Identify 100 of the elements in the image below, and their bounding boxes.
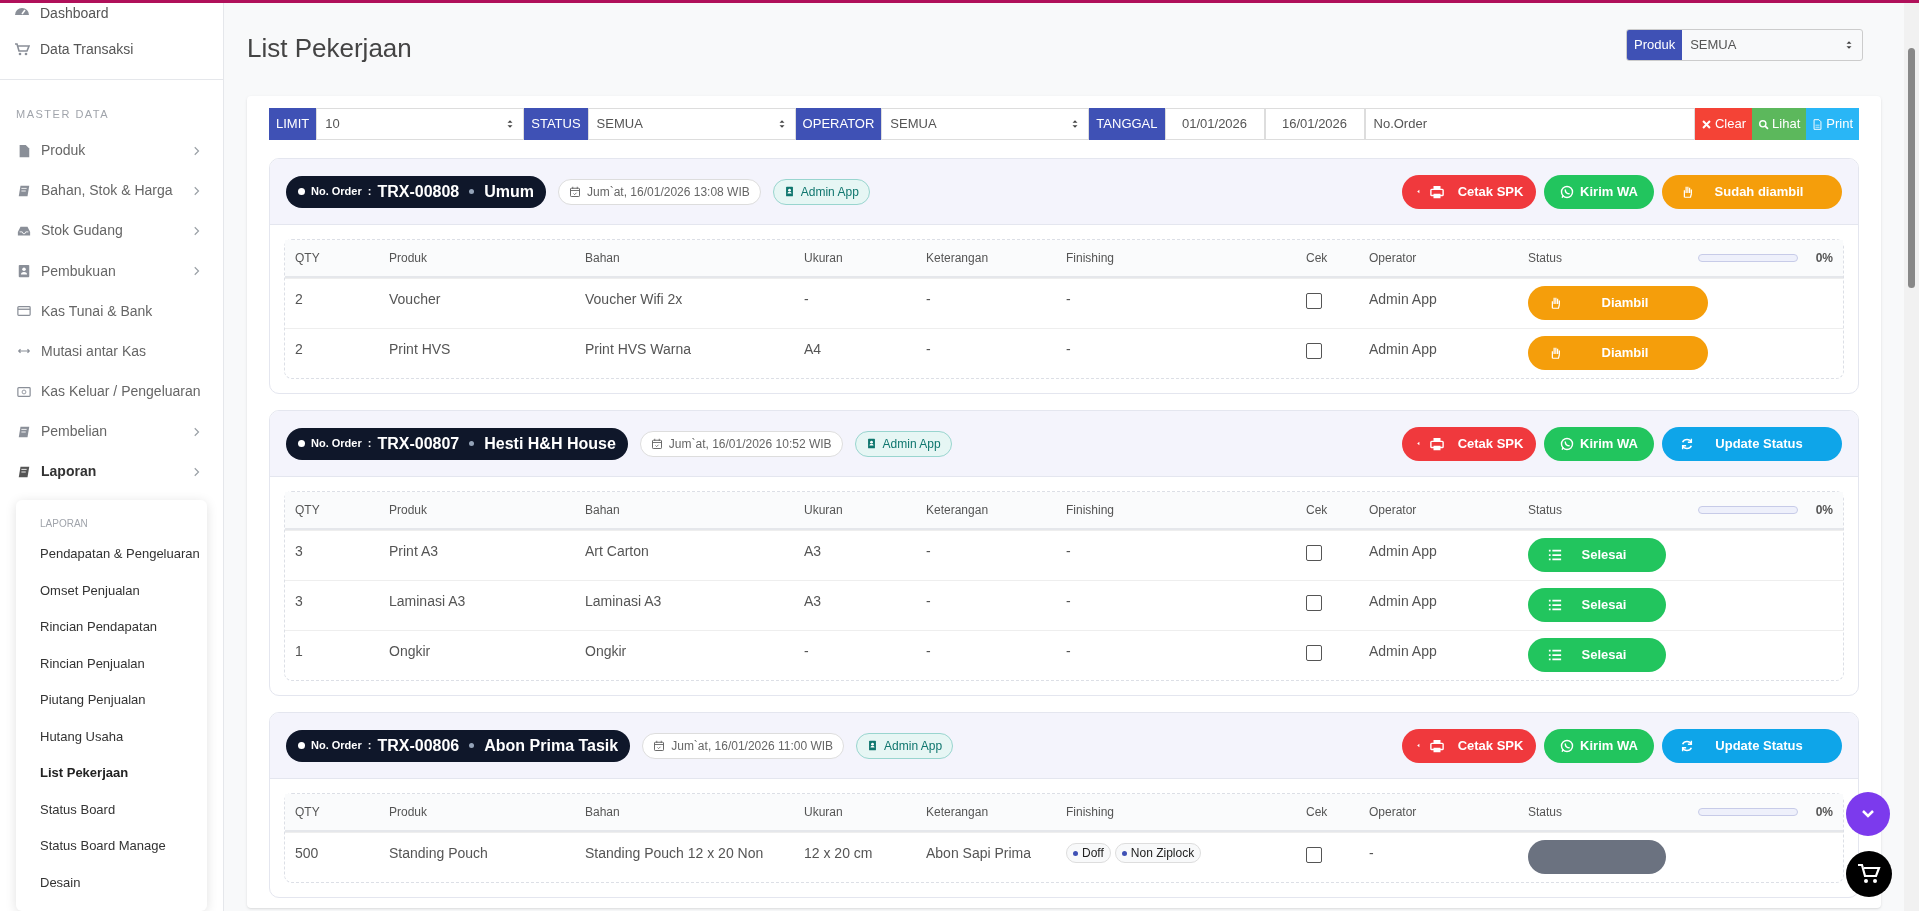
table-cell: 3 — [295, 593, 303, 609]
table-cell: A4 — [804, 341, 822, 357]
table-cell: Admin App — [1369, 341, 1437, 357]
finishing-tag: Doff — [1066, 843, 1111, 863]
table-cell: - — [926, 643, 931, 659]
table-cell: - — [804, 643, 809, 659]
table-cell: Print A3 — [389, 543, 439, 559]
table-cell: Laminasi A3 — [389, 593, 466, 609]
clear-button[interactable]: Clear — [1695, 108, 1753, 140]
id-badge-icon — [867, 740, 879, 751]
column-header: Cek — [1306, 503, 1328, 517]
column-header: Produk — [389, 251, 428, 265]
table-cell-text: - — [1066, 542, 1071, 561]
sidebar-item[interactable]: Kas Keluar / Pengeluaran — [0, 371, 223, 412]
table-cell: Voucher Wifi 2x — [585, 291, 683, 307]
table-cell: - — [926, 593, 931, 609]
progress-reading: 0% — [1815, 250, 1833, 267]
column-header: Bahan — [585, 251, 620, 265]
checkbox[interactable] — [1306, 545, 1322, 561]
sidebar-item[interactable]: Pembelian — [0, 411, 223, 452]
submenu-item[interactable]: Rincian Penjualan — [40, 645, 207, 683]
table-cell: Print HVS Warna — [585, 341, 692, 357]
submenu-item[interactable]: Omset Penjualan — [40, 572, 207, 610]
order-label: No. Order — [311, 436, 362, 452]
print-spk-button[interactable]: Cetak SPK — [1402, 426, 1536, 461]
sidebar-item[interactable]: Kas Tunai & Bank — [0, 291, 223, 332]
checkbox[interactable] — [1306, 645, 1322, 661]
checkbox[interactable] — [1306, 293, 1322, 309]
table-cell: 3 — [295, 543, 303, 559]
table-cell-text: - — [1066, 592, 1071, 611]
table-cell-text: - — [1066, 290, 1071, 309]
source-badge: Admin App — [854, 430, 952, 457]
column-header: Produk — [389, 805, 428, 819]
sidebar-item[interactable]: Data Transaksi — [0, 29, 223, 69]
document-icon — [1812, 118, 1824, 130]
column-header: Bahan — [585, 805, 620, 819]
column-header: Status — [1528, 502, 1563, 519]
date-field[interactable]: 01/01/2026 — [1164, 108, 1265, 140]
date-field[interactable]: 16/01/2026 — [1264, 108, 1365, 140]
product-filter[interactable]: Produk SEMUA — [1626, 28, 1863, 61]
table-cell: Standing Pouch 12 x 20 Non — [585, 845, 764, 861]
submenu-item[interactable]: Piutang Penjualan — [40, 682, 207, 719]
table-cell: 2 — [295, 341, 303, 357]
customer-name: Hesti H&H House — [484, 433, 616, 454]
scrollbar[interactable] — [1904, 3, 1919, 911]
column-header: Keterangan — [926, 805, 989, 819]
calendar-icon — [653, 739, 666, 752]
contact-book-icon — [17, 264, 31, 279]
submenu-item[interactable]: Status Board — [40, 791, 207, 829]
table-cell: 500 — [295, 845, 319, 861]
checkbox[interactable] — [1306, 343, 1322, 359]
table-cell: Print HVS — [389, 341, 451, 357]
sidebar-item[interactable]: Bahan, Stok & Harga — [0, 170, 223, 211]
chevron-down-icon — [1861, 809, 1875, 819]
column-header: Status — [1528, 804, 1563, 821]
print-spk-button[interactable]: Cetak SPK — [1402, 728, 1536, 763]
sidebar-item[interactable]: Produk — [0, 130, 223, 171]
table-cell: 1 — [295, 643, 303, 659]
chat-bubble-icon — [1560, 184, 1575, 199]
submenu-item[interactable]: Pendapatan & Pengeluaran — [40, 536, 207, 573]
submenu-item[interactable]: Status Board Manage — [40, 828, 207, 865]
submenu-item[interactable]: Desain — [40, 864, 207, 902]
column-header: Cek — [1306, 805, 1328, 819]
filter-select[interactable]: SEMUA — [587, 108, 796, 140]
sidebar-item[interactable]: Mutasi antar Kas — [0, 331, 223, 372]
filter-select[interactable]: 10 — [316, 108, 525, 140]
column-header: Finishing — [1066, 503, 1115, 517]
source-badge: Admin App — [772, 178, 870, 205]
column-header: QTY — [295, 251, 320, 265]
sidebar-item[interactable]: Laporan — [0, 451, 223, 493]
submenu-item[interactable]: Rincian Pendapatan — [40, 609, 207, 646]
credit-card-icon — [17, 304, 31, 319]
section-label: MASTER DATA — [15, 107, 111, 122]
sidebar-item[interactable]: Stok Gudang — [0, 210, 223, 251]
filter-select[interactable]: SEMUA — [881, 108, 1090, 140]
order-number: TRX-00807 — [377, 433, 460, 454]
table-cell: Abon Sapi Prima — [926, 845, 1032, 861]
close-icon — [1701, 118, 1712, 130]
table-cell: Standing Pouch — [389, 845, 488, 861]
search-icon — [1758, 118, 1770, 130]
table-cell: Admin App — [1369, 291, 1437, 307]
column-header: Ukuran — [804, 251, 843, 265]
table-cell: - — [926, 543, 931, 559]
column-header: QTY — [295, 503, 320, 517]
order-number-field[interactable]: No.Order — [1364, 108, 1695, 140]
page-title: List Pekerjaan — [247, 32, 412, 65]
checkbox[interactable] — [1306, 847, 1322, 863]
status-button[interactable] — [1528, 840, 1666, 874]
column-header: Keterangan — [926, 251, 989, 265]
print-spk-button[interactable]: Cetak SPK — [1402, 174, 1536, 209]
checkbox[interactable] — [1306, 595, 1322, 611]
submenu-item[interactable]: Hutang Usaha — [40, 718, 207, 756]
table-cell: Art Carton — [585, 543, 649, 559]
sidebar-item[interactable]: Pembukuan — [0, 251, 223, 292]
sidebar-item[interactable]: Dashboard — [0, 3, 223, 29]
table-cell: Laminasi A3 — [585, 593, 662, 609]
submenu-title: LAPORAN — [40, 516, 89, 531]
submenu-item[interactable]: List Pekerjaan — [40, 755, 207, 792]
table-cell: 2 — [295, 291, 303, 307]
table-cell: 12 x 20 cm — [804, 845, 873, 861]
